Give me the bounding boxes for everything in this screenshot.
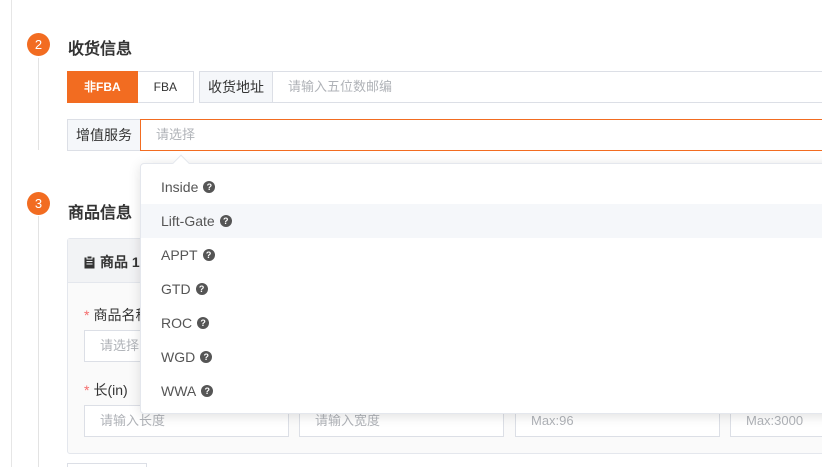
address-label: 收货地址 [199, 71, 273, 103]
length-label: * 长(in) [84, 380, 128, 400]
length-label-text: 长(in) [93, 382, 128, 398]
service-option-label: GTD [161, 281, 191, 297]
product-card-title: 商品 1 [84, 252, 140, 272]
required-mark: * [84, 307, 90, 323]
help-icon[interactable]: ? [197, 317, 210, 329]
step-badge: 2 [27, 33, 50, 56]
value-added-service-label: 增值服务 [67, 119, 141, 151]
page-left-border [11, 0, 12, 467]
dropdown-arrow [172, 154, 190, 172]
section-title-shipping: 收货信息 [68, 41, 133, 58]
service-option-roc[interactable]: ROC? [141, 306, 822, 340]
help-icon[interactable]: ? [195, 283, 208, 295]
service-option-wgd[interactable]: WGD? [141, 340, 822, 374]
service-option-appt[interactable]: APPT? [141, 238, 822, 272]
service-option-inside[interactable]: Inside? [141, 170, 822, 204]
clipboard-icon [84, 255, 95, 268]
required-mark: * [84, 382, 90, 398]
service-option-label: ROC [161, 315, 193, 331]
help-icon[interactable]: ? [201, 385, 214, 397]
fba-toggle-group: 非FBA FBA [67, 71, 195, 103]
help-icon[interactable]: ? [200, 351, 213, 363]
service-option-label: WGD [161, 349, 196, 365]
step-timeline-line [38, 216, 39, 467]
service-dropdown: Inside? Lift-Gate? APPT? GTD? ROC? WGD? … [140, 154, 822, 414]
service-option-label: Lift-Gate [161, 213, 215, 229]
fba-toggle[interactable]: FBA [137, 71, 195, 103]
service-option-label: Inside [161, 179, 199, 195]
non-fba-toggle[interactable]: 非FBA [67, 71, 138, 103]
service-option-label: APPT [161, 247, 198, 263]
service-option-gtd[interactable]: GTD? [141, 272, 822, 306]
section-title-product: 商品信息 [68, 205, 133, 222]
zip-code-input[interactable]: 请输入五位数邮编 [272, 71, 822, 103]
help-icon[interactable]: ? [219, 215, 232, 227]
service-option-lift-gate[interactable]: Lift-Gate? [141, 204, 822, 238]
value-added-service-select[interactable]: 请选择 [140, 119, 822, 151]
add-product-button[interactable] [67, 463, 147, 467]
help-icon[interactable]: ? [202, 249, 215, 261]
step-timeline-line [38, 58, 39, 150]
product-card-title-text: 商品 1 [100, 254, 140, 270]
help-icon[interactable]: ? [203, 181, 216, 193]
service-option-wwa[interactable]: WWA? [141, 374, 822, 408]
step-badge: 3 [27, 192, 50, 215]
service-option-label: WWA [161, 383, 197, 399]
